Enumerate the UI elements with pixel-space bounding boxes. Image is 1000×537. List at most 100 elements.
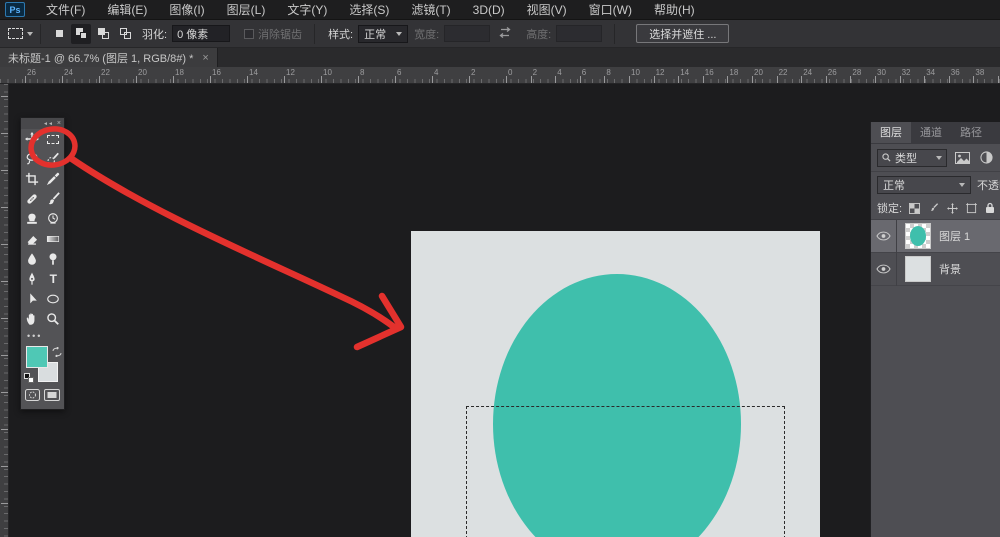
eye-icon bbox=[876, 264, 891, 274]
marquee-icon bbox=[47, 135, 59, 144]
height-input[interactable] bbox=[556, 25, 602, 42]
screen-mode-button[interactable] bbox=[44, 388, 60, 406]
layer-name[interactable]: 背景 bbox=[939, 261, 961, 277]
visibility-toggle[interactable] bbox=[871, 253, 897, 286]
lasso-tool[interactable] bbox=[21, 149, 43, 169]
antialias-checkbox[interactable]: 消除锯齿 bbox=[244, 26, 302, 42]
subtract-from-selection-button[interactable] bbox=[93, 24, 113, 44]
zoom-tool[interactable] bbox=[43, 309, 65, 329]
marquee-tool-icon bbox=[8, 28, 23, 39]
intersect-selection-button[interactable] bbox=[115, 24, 135, 44]
swap-colors-icon[interactable] bbox=[52, 344, 62, 362]
lock-all-icon[interactable] bbox=[983, 199, 997, 217]
menu-image[interactable]: 图像(I) bbox=[158, 0, 215, 20]
eraser-tool[interactable] bbox=[21, 229, 43, 249]
tool-options-bar: 羽化: 消除锯齿 样式: 正常 宽度: 高度: 选择并遮住 ... bbox=[0, 20, 1000, 48]
layer-row-background[interactable]: 背景 bbox=[871, 253, 1000, 286]
menu-view[interactable]: 视图(V) bbox=[516, 0, 578, 20]
menu-bar: Ps 文件(F) 编辑(E) 图像(I) 图层(L) 文字(Y) 选择(S) 滤… bbox=[0, 0, 1000, 20]
layer-thumbnail[interactable] bbox=[905, 256, 931, 282]
chevron-down-icon bbox=[959, 183, 965, 187]
style-select[interactable]: 正常 bbox=[358, 25, 408, 43]
lock-label: 锁定: bbox=[877, 200, 902, 216]
close-panel-icon[interactable]: × bbox=[57, 120, 61, 127]
move-tool[interactable] bbox=[21, 129, 43, 149]
tab-layers[interactable]: 图层 bbox=[871, 122, 911, 143]
gradient-tool[interactable] bbox=[43, 229, 65, 249]
photoshop-logo-icon[interactable]: Ps bbox=[5, 2, 25, 17]
width-input[interactable] bbox=[444, 25, 490, 42]
menu-layer[interactable]: 图层(L) bbox=[216, 0, 277, 20]
blend-mode-row: 正常 不透明度 bbox=[871, 172, 1000, 197]
swap-width-height-icon[interactable] bbox=[498, 27, 512, 41]
style-label: 样式: bbox=[328, 26, 353, 42]
opacity-label: 不透明度 bbox=[977, 177, 1000, 193]
menu-help[interactable]: 帮助(H) bbox=[643, 0, 706, 20]
clone-stamp-tool[interactable] bbox=[21, 209, 43, 229]
quick-mask-mode-button[interactable] bbox=[25, 388, 40, 406]
tab-channels[interactable]: 通道 bbox=[911, 122, 951, 143]
menu-type[interactable]: 文字(Y) bbox=[276, 0, 338, 20]
eyedropper-tool[interactable] bbox=[43, 169, 65, 189]
chevron-down-icon bbox=[936, 156, 942, 160]
layer-name[interactable]: 图层 1 bbox=[939, 228, 970, 244]
horizontal-ruler[interactable]: 2624222018161412108642024681012141618202… bbox=[0, 67, 1000, 84]
spot-healing-brush-tool[interactable] bbox=[21, 189, 43, 209]
feather-input[interactable] bbox=[172, 25, 230, 42]
foreground-color-swatch[interactable] bbox=[26, 346, 48, 368]
layer-thumbnail[interactable] bbox=[905, 223, 931, 249]
filter-pixel-layers-icon[interactable] bbox=[953, 149, 971, 167]
dodge-tool[interactable] bbox=[43, 249, 65, 269]
blur-tool[interactable] bbox=[21, 249, 43, 269]
lock-row: 锁定: 填充 bbox=[871, 197, 1000, 220]
blend-mode-select[interactable]: 正常 bbox=[877, 176, 971, 194]
new-selection-button[interactable] bbox=[49, 24, 69, 44]
menu-3d[interactable]: 3D(D) bbox=[462, 0, 516, 20]
panel-tabs: 图层 通道 路径 bbox=[871, 122, 1000, 144]
select-and-mask-button[interactable]: 选择并遮住 ... bbox=[636, 24, 729, 43]
add-to-selection-button[interactable] bbox=[71, 24, 91, 44]
feather-label: 羽化: bbox=[142, 26, 167, 42]
brush-tool[interactable] bbox=[43, 189, 65, 209]
ellipse-shape-tool[interactable] bbox=[43, 289, 65, 309]
photoshop-window: Ps 文件(F) 编辑(E) 图像(I) 图层(L) 文字(Y) 选择(S) 滤… bbox=[0, 0, 1000, 537]
lock-pixels-icon[interactable] bbox=[926, 199, 940, 217]
vertical-ruler[interactable] bbox=[0, 84, 9, 537]
visibility-toggle[interactable] bbox=[871, 220, 897, 253]
rectangular-marquee-tool[interactable] bbox=[43, 129, 65, 149]
checkbox-icon bbox=[244, 29, 254, 39]
menu-file[interactable]: 文件(F) bbox=[35, 0, 96, 20]
close-tab-icon[interactable]: × bbox=[202, 52, 208, 64]
menu-select[interactable]: 选择(S) bbox=[338, 0, 400, 20]
quick-selection-tool[interactable] bbox=[43, 149, 65, 169]
menu-window[interactable]: 窗口(W) bbox=[578, 0, 643, 20]
crop-tool[interactable] bbox=[21, 169, 43, 189]
layer-row-layer1[interactable]: 图层 1 bbox=[871, 220, 1000, 253]
history-brush-tool[interactable] bbox=[43, 209, 65, 229]
tool-preset-picker[interactable] bbox=[8, 28, 33, 39]
type-tool[interactable]: T bbox=[43, 269, 65, 289]
toolbox-panel: ◄◄ × bbox=[20, 117, 65, 410]
document-tab[interactable]: 未标题-1 @ 66.7% (图层 1, RGB/8#) * × bbox=[0, 48, 218, 67]
filter-type-select[interactable]: 类型 bbox=[877, 149, 947, 167]
selection-marquee bbox=[466, 406, 785, 537]
hand-tool[interactable] bbox=[21, 309, 43, 329]
chevron-down-icon bbox=[27, 32, 33, 36]
collapse-panel-icon[interactable]: ◄◄ bbox=[43, 121, 53, 127]
lock-transparency-icon[interactable] bbox=[907, 199, 921, 217]
lock-artboard-icon[interactable] bbox=[964, 199, 978, 217]
edit-toolbar-button[interactable]: ••• bbox=[21, 329, 64, 342]
menu-edit[interactable]: 编辑(E) bbox=[96, 0, 158, 20]
document-tab-bar: 未标题-1 @ 66.7% (图层 1, RGB/8#) * × bbox=[0, 48, 1000, 67]
pen-tool[interactable] bbox=[21, 269, 43, 289]
separator bbox=[314, 24, 315, 44]
default-colors-icon[interactable] bbox=[24, 373, 34, 383]
lock-position-icon[interactable] bbox=[945, 199, 959, 217]
filter-adjustment-layers-icon[interactable] bbox=[977, 149, 995, 167]
path-selection-tool[interactable] bbox=[21, 289, 43, 309]
eye-icon bbox=[876, 231, 891, 241]
workspace bbox=[9, 84, 1000, 537]
canvas[interactable] bbox=[411, 231, 820, 537]
menu-filter[interactable]: 滤镜(T) bbox=[400, 0, 461, 20]
tab-paths[interactable]: 路径 bbox=[951, 122, 991, 143]
